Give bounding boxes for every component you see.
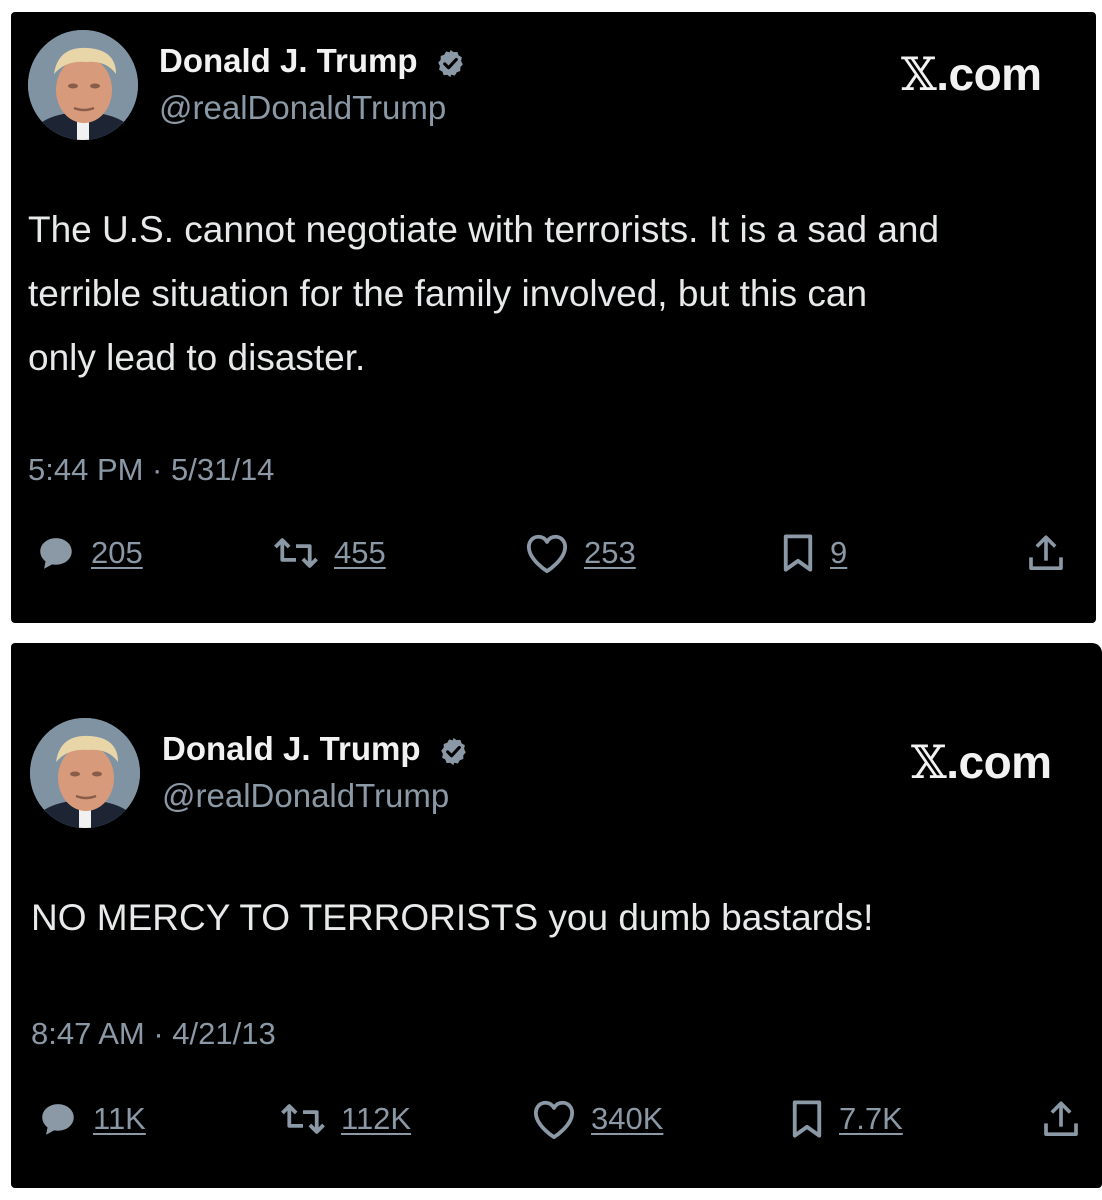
bookmark-icon [783, 534, 813, 572]
tweet-text-line: The U.S. cannot negotiate with terrorist… [28, 209, 940, 250]
avatar[interactable] [28, 30, 138, 140]
avatar[interactable] [30, 718, 140, 828]
like-button[interactable]: 253 [524, 532, 636, 574]
tweet-text: NO MERCY TO TERRORISTS you dumb bastards… [31, 886, 1091, 950]
bookmark-button[interactable]: 7.7K [789, 1098, 903, 1140]
retweet-icon [281, 1104, 325, 1134]
tweet-card: Donald J. Trump @realDonaldTrump 𝕏.com N… [11, 643, 1102, 1188]
reply-button[interactable]: 11K [37, 1098, 146, 1140]
x-logo-icon: 𝕏 [901, 47, 937, 101]
avatar-portrait-icon [28, 30, 138, 140]
x-com-domain: .com [946, 736, 1052, 788]
author-name-text: Donald J. Trump [162, 730, 421, 767]
tweet-text-line: NO MERCY TO TERRORISTS you dumb bastards… [31, 897, 874, 938]
author-handle[interactable]: @realDonaldTrump [162, 777, 449, 815]
share-icon [1029, 535, 1063, 571]
bookmark-count: 7.7K [839, 1101, 903, 1136]
tweet-text-line: only lead to disaster. [28, 337, 366, 378]
x-com-logo: 𝕏.com [911, 735, 1052, 789]
like-count: 340K [591, 1101, 664, 1136]
reply-icon [40, 538, 72, 569]
share-icon [1044, 1101, 1078, 1136]
author-name[interactable]: Donald J. Trump [159, 42, 466, 80]
x-com-domain: .com [936, 48, 1042, 100]
like-count: 253 [584, 535, 636, 570]
author-handle[interactable]: @realDonaldTrump [159, 89, 446, 127]
tweet-timestamp[interactable]: 5:44 PM · 5/31/14 [28, 452, 274, 488]
verified-badge-icon [440, 737, 466, 765]
share-button[interactable] [1041, 1098, 1081, 1142]
reply-count: 205 [91, 535, 143, 570]
tweet-card: Donald J. Trump @realDonaldTrump 𝕏.com T… [11, 12, 1096, 623]
bookmark-icon [792, 1100, 822, 1138]
x-com-logo: 𝕏.com [901, 47, 1042, 101]
author-name-text: Donald J. Trump [159, 42, 418, 79]
author-name[interactable]: Donald J. Trump [162, 730, 469, 768]
retweet-button[interactable]: 112K [279, 1098, 411, 1140]
like-button[interactable]: 340K [531, 1098, 663, 1140]
avatar-portrait-icon [30, 718, 140, 828]
reply-icon [42, 1104, 74, 1135]
retweet-button[interactable]: 455 [272, 532, 386, 574]
share-button[interactable] [1026, 532, 1066, 576]
bookmark-button[interactable]: 9 [780, 532, 847, 574]
like-icon [533, 1100, 575, 1140]
tweet-text-line: terrible situation for the family involv… [28, 273, 868, 314]
retweet-count: 112K [341, 1101, 412, 1136]
reply-count: 11K [93, 1101, 146, 1136]
retweet-count: 455 [334, 535, 386, 570]
like-icon [526, 534, 568, 574]
tweet-timestamp[interactable]: 8:47 AM · 4/21/13 [31, 1016, 276, 1052]
verified-badge-icon [437, 49, 463, 77]
bookmark-count: 9 [830, 535, 848, 570]
tweet-text: The U.S. cannot negotiate with terrorist… [28, 198, 1088, 390]
retweet-icon [274, 538, 318, 568]
x-logo-icon: 𝕏 [911, 735, 947, 789]
reply-button[interactable]: 205 [35, 532, 143, 574]
